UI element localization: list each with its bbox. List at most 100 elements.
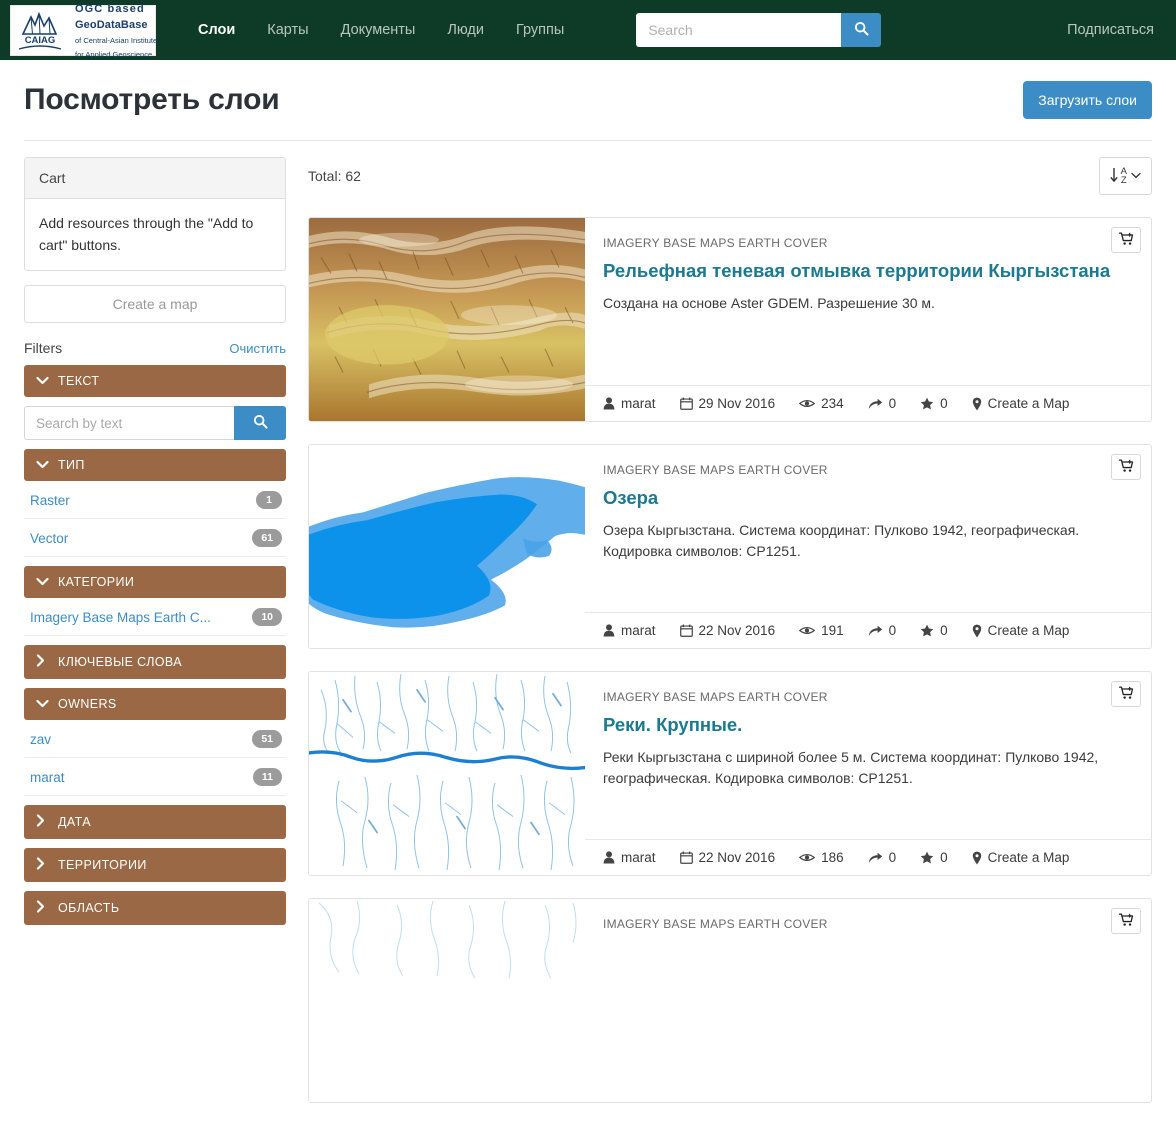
card-description: Реки Кыргызстана с шириной более 5 м. Си… [603, 749, 1099, 787]
card-title-link[interactable]: Рельефная теневая отмывка территории Кыр… [603, 259, 1131, 282]
facet-item-raster[interactable]: Raster 1 [24, 481, 286, 520]
views-count: 191 [821, 623, 844, 638]
cart-empty-message: Add resources through the "Add to cart" … [39, 215, 254, 253]
facet-header-keywords[interactable]: КЛЮЧЕВЫЕ СЛОВА [24, 645, 286, 680]
facet-title-territories: ТЕРРИТОРИИ [58, 858, 147, 873]
facet-count-imagery-base-maps: 10 [252, 608, 282, 627]
facet-header-region[interactable]: ОБЛАСТЬ [24, 891, 286, 926]
text-filter-search-button[interactable] [234, 406, 286, 441]
share-arrow-icon [868, 625, 883, 637]
nav-item-documents[interactable]: Документы [325, 0, 432, 60]
calendar-icon [679, 397, 693, 410]
add-to-cart-button[interactable] [1111, 681, 1141, 707]
search-input[interactable] [636, 13, 842, 47]
meta-shares: 0 [868, 623, 896, 638]
facet-item-zav[interactable]: zav 51 [24, 720, 286, 759]
resource-card[interactable]: IMAGERY BASE MAPS EARTH COVER [308, 898, 1152, 1103]
brand-line-2: GeoDataBase [75, 18, 148, 31]
date-value: 29 Nov 2016 [698, 396, 776, 411]
facet-header-type[interactable]: ТИП [24, 449, 286, 482]
brand-line-1: OGC based [75, 3, 145, 16]
facet-link-raster[interactable]: Raster [30, 493, 70, 508]
sort-alpha-down-icon [1110, 166, 1120, 187]
card-category: IMAGERY BASE MAPS EARTH COVER [603, 917, 828, 931]
page-title: Посмотреть слои [24, 83, 280, 116]
add-to-cart-button[interactable] [1111, 454, 1141, 480]
facet-header-text[interactable]: ТЕКСТ [24, 365, 286, 398]
clear-filters-link[interactable]: Очистить [229, 341, 286, 356]
nav-right-group: Подписаться [1059, 0, 1162, 60]
map-pin-icon [972, 624, 982, 638]
resource-card[interactable]: IMAGERY BASE MAPS EARTH COVER Рельефная … [308, 217, 1152, 422]
shares-count: 0 [888, 850, 897, 865]
resource-card[interactable]: IMAGERY BASE MAPS EARTH COVER Озера Озер… [308, 444, 1152, 649]
meta-stars: 0 [920, 623, 948, 638]
results-toolbar: Total: 62 A Z [308, 157, 1152, 195]
map-pin-icon [972, 397, 982, 411]
add-to-cart-icon [1118, 685, 1134, 703]
facet-header-territories[interactable]: ТЕРРИТОРИИ [24, 848, 286, 883]
owner-name: marat [621, 396, 656, 411]
meta-create-map[interactable]: Create a Map [972, 396, 1069, 411]
nav-item-maps[interactable]: Карты [251, 0, 324, 60]
card-meta-bar: marat 29 Nov 2016 234 0 0 Create a Map [585, 385, 1151, 421]
share-arrow-icon [868, 852, 883, 864]
star-icon [920, 851, 934, 864]
stars-count: 0 [940, 396, 948, 411]
sort-button[interactable]: A Z [1098, 157, 1152, 195]
eye-icon [799, 625, 816, 636]
resource-card[interactable]: IMAGERY BASE MAPS EARTH COVER Реки. Круп… [308, 671, 1152, 876]
page-header: Посмотреть слои Загрузить слои [0, 60, 1176, 140]
meta-owner[interactable]: marat [603, 850, 656, 865]
meta-create-map[interactable]: Create a Map [972, 850, 1069, 865]
meta-owner[interactable]: marat [603, 396, 656, 411]
facet-item-imagery-base-maps[interactable]: Imagery Base Maps Earth C... 10 [24, 598, 286, 637]
facet-title-type: ТИП [58, 458, 85, 473]
facet-link-zav[interactable]: zav [30, 732, 51, 747]
site-logo[interactable]: CAIAG OGC based GeoDataBase of Central-A… [10, 3, 157, 59]
text-filter-input[interactable] [24, 406, 234, 441]
upload-layers-button[interactable]: Загрузить слои [1023, 81, 1152, 119]
facet-link-vector[interactable]: Vector [30, 531, 68, 546]
add-to-cart-button[interactable] [1111, 227, 1141, 253]
hillshade-relief-thumbnail[interactable] [309, 218, 585, 421]
caiag-mountain-icon: CAIAG [15, 8, 71, 53]
owner-name: marat [621, 850, 656, 865]
facet-header-owners[interactable]: OWNERS [24, 688, 286, 721]
nav-item-groups[interactable]: Группы [500, 0, 580, 60]
facet-link-imagery-base-maps[interactable]: Imagery Base Maps Earth C... [30, 610, 211, 625]
meta-views: 186 [799, 850, 844, 865]
calendar-icon [679, 624, 693, 637]
facet-link-marat[interactable]: marat [30, 770, 65, 785]
card-title-link[interactable]: Реки. Крупные. [603, 713, 1131, 736]
create-a-map-button[interactable]: Create a map [24, 285, 286, 324]
facet-item-vector[interactable]: Vector 61 [24, 519, 286, 558]
facet-title-owners: OWNERS [58, 697, 117, 712]
facet-header-categories[interactable]: КАТЕГОРИИ [24, 566, 286, 599]
meta-date: 22 Nov 2016 [679, 623, 776, 638]
date-value: 22 Nov 2016 [698, 623, 776, 638]
meta-create-map[interactable]: Create a Map [972, 623, 1069, 638]
nav-item-layers[interactable]: Слои [182, 0, 251, 60]
card-title-link[interactable]: Озера [603, 486, 1131, 509]
meta-shares: 0 [868, 396, 896, 411]
card-category: IMAGERY BASE MAPS EARTH COVER [603, 463, 828, 477]
meta-shares: 0 [868, 850, 897, 865]
rivers-thumbnail[interactable] [309, 672, 585, 875]
page-body: Cart Add resources through the "Add to c… [0, 141, 1176, 1125]
meta-owner[interactable]: marat [603, 623, 656, 638]
map-pin-icon [972, 851, 982, 865]
chevron-right-icon [36, 654, 54, 670]
nav-item-people[interactable]: Люди [431, 0, 500, 60]
lakes-thumbnail[interactable] [309, 445, 585, 648]
rivers-small-thumbnail[interactable] [309, 899, 585, 1102]
facet-item-marat[interactable]: marat 11 [24, 758, 286, 797]
stars-count: 0 [940, 850, 948, 865]
facet-header-date[interactable]: ДАТА [24, 805, 286, 840]
filters-label: Filters [24, 340, 63, 357]
subscribe-link[interactable]: Подписаться [1059, 22, 1162, 38]
card-meta-bar: marat 22 Nov 2016 186 0 0 Create a Map [585, 839, 1151, 875]
search-button[interactable] [841, 13, 882, 47]
add-to-cart-button[interactable] [1111, 908, 1141, 934]
cart-panel: Cart Add resources through the "Add to c… [24, 157, 286, 272]
